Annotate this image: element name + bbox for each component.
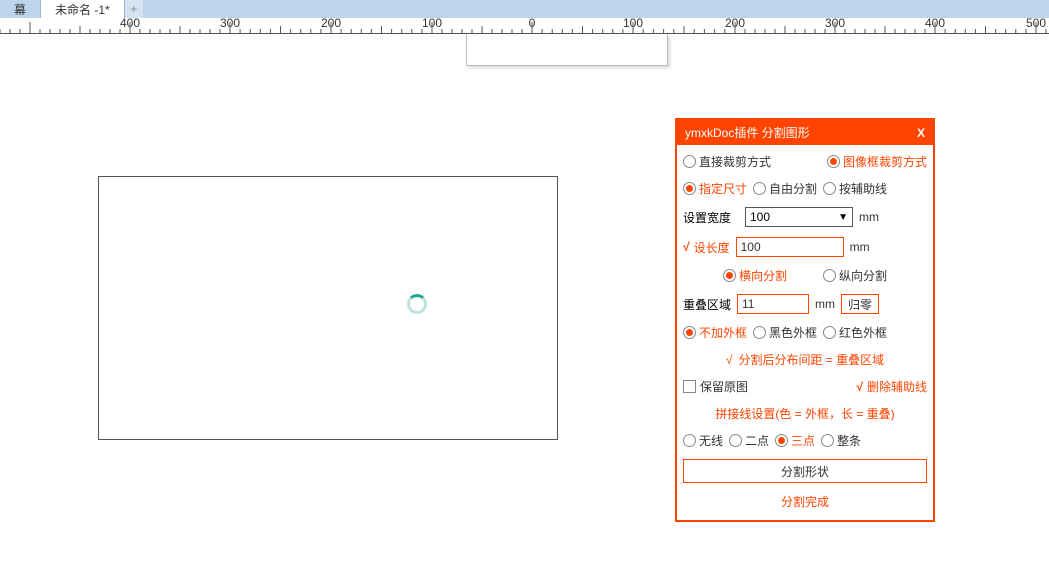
tab-add-button[interactable]: + xyxy=(125,0,143,18)
tab-prev[interactable]: 幕 xyxy=(0,0,41,18)
tab-untitled[interactable]: 未命名 -1* xyxy=(41,0,125,18)
radio-red-frame[interactable]: 红色外框 xyxy=(823,324,887,341)
radio-stitch-full[interactable]: 整条 xyxy=(821,432,861,449)
radio-by-guides[interactable]: 按辅助线 xyxy=(823,180,887,197)
check-delete-guides[interactable]: √删除辅助线 xyxy=(856,378,927,395)
split-shape-panel: ymxkDoc插件 分割图形 X 直接裁剪方式 图像框裁剪方式 指定尺寸 自由分… xyxy=(675,118,935,522)
overlap-label: 重叠区域 xyxy=(683,296,731,313)
radio-frame-crop[interactable]: 图像框裁剪方式 xyxy=(827,153,927,170)
reset-overlap-button[interactable]: 归零 xyxy=(841,294,879,314)
radio-vertical-split[interactable]: 纵向分割 xyxy=(823,267,887,284)
width-label: 设置宽度 xyxy=(683,209,739,226)
overlap-input[interactable] xyxy=(737,294,809,314)
status-text: 分割完成 xyxy=(683,493,927,510)
radio-free-split[interactable]: 自由分割 xyxy=(753,180,817,197)
radio-direct-crop[interactable]: 直接裁剪方式 xyxy=(683,153,771,170)
check-keep-original[interactable]: √保留原图 xyxy=(683,378,748,395)
panel-title-text: ymxkDoc插件 分割图形 xyxy=(685,124,810,141)
gap-tick-icon: √ xyxy=(726,353,733,367)
close-icon[interactable]: X xyxy=(917,126,925,140)
chevron-down-icon: ▼ xyxy=(838,212,848,223)
width-unit: mm xyxy=(859,210,879,224)
selected-rectangle[interactable] xyxy=(98,176,558,440)
tab-bar: 幕 未命名 -1* + xyxy=(0,0,1049,18)
radio-stitch-none[interactable]: 无线 xyxy=(683,432,723,449)
gap-note: 分割后分布间距 = 重叠区域 xyxy=(738,351,884,368)
stitch-note: 拼接线设置(色 = 外框，长 = 重叠) xyxy=(715,405,894,422)
horizontal-ruler: 4003002001000100200300400500600 xyxy=(0,18,1049,34)
check-set-length[interactable]: √设长度 xyxy=(683,239,730,256)
radio-black-frame[interactable]: 黑色外框 xyxy=(753,324,817,341)
radio-horizontal-split[interactable]: 横向分割 xyxy=(723,267,787,284)
radio-stitch-two[interactable]: 二点 xyxy=(729,432,769,449)
width-select[interactable]: 100▼ xyxy=(745,207,853,227)
length-input[interactable] xyxy=(736,237,844,257)
radio-no-frame[interactable]: 不加外框 xyxy=(683,324,747,341)
loading-spinner-icon xyxy=(407,294,427,314)
length-unit: mm xyxy=(850,240,870,254)
page-edge xyxy=(466,34,668,66)
overlap-unit: mm xyxy=(815,297,835,311)
radio-stitch-three[interactable]: 三点 xyxy=(775,432,815,449)
split-shape-button[interactable]: 分割形状 xyxy=(683,459,927,483)
panel-titlebar[interactable]: ymxkDoc插件 分割图形 X xyxy=(677,120,933,145)
radio-fixed-size[interactable]: 指定尺寸 xyxy=(683,180,747,197)
